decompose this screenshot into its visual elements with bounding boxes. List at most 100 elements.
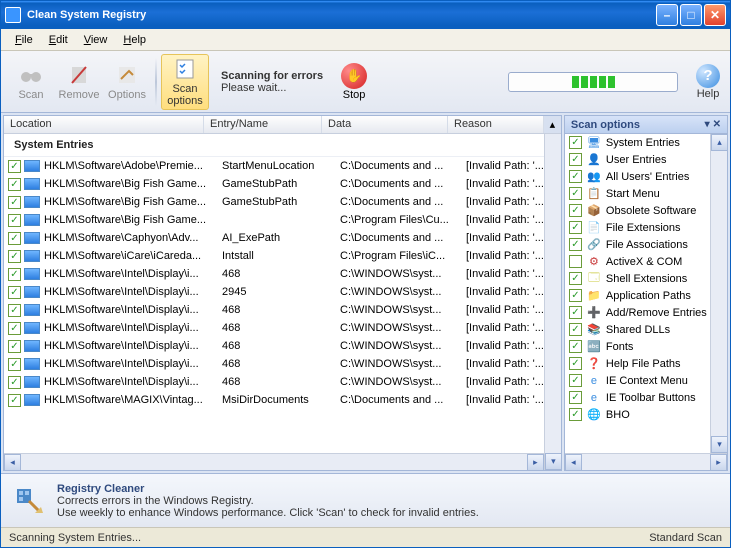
stop-button[interactable]: ✋ Stop bbox=[341, 63, 367, 101]
h-scrollbar[interactable]: ◂ ▸ bbox=[4, 453, 544, 470]
option-checkbox[interactable]: ✓ bbox=[569, 374, 582, 387]
row-checkbox[interactable]: ✓ bbox=[8, 304, 21, 317]
table-row[interactable]: ✓HKLM\Software\Intel\Display\i...2945C:\… bbox=[4, 283, 544, 301]
table-row[interactable]: ✓HKLM\Software\iCare\iCareda...IntstallC… bbox=[4, 247, 544, 265]
table-row[interactable]: ✓HKLM\Software\MAGIX\Vintag...MsiDirDocu… bbox=[4, 391, 544, 409]
row-checkbox[interactable]: ✓ bbox=[8, 214, 21, 227]
col-location[interactable]: Location bbox=[4, 116, 204, 133]
option-checkbox[interactable]: ✓ bbox=[569, 136, 582, 149]
row-checkbox[interactable]: ✓ bbox=[8, 394, 21, 407]
col-data[interactable]: Data bbox=[322, 116, 448, 133]
table-row[interactable]: ✓HKLM\Software\Big Fish Game...C:\Progra… bbox=[4, 211, 544, 229]
option-checkbox[interactable]: ✓ bbox=[569, 170, 582, 183]
row-checkbox[interactable]: ✓ bbox=[8, 340, 21, 353]
table-row[interactable]: ✓HKLM\Software\Intel\Display\i...468C:\W… bbox=[4, 265, 544, 283]
content-area: Location Entry/Name Data Reason ▴ System… bbox=[1, 113, 730, 473]
opts-scroll-down[interactable]: ▾ bbox=[711, 436, 728, 453]
scroll-left-button[interactable]: ◂ bbox=[4, 454, 21, 471]
v-scrollbar[interactable]: ▾ bbox=[544, 134, 561, 470]
table-row[interactable]: ✓HKLM\Software\Intel\Display\i...468C:\W… bbox=[4, 355, 544, 373]
row-checkbox[interactable]: ✓ bbox=[8, 376, 21, 389]
option-item[interactable]: ✓🔤Fonts bbox=[565, 338, 710, 355]
option-checkbox[interactable]: ✓ bbox=[569, 153, 582, 166]
scroll-right-button[interactable]: ▸ bbox=[527, 454, 544, 471]
col-entry[interactable]: Entry/Name bbox=[204, 116, 322, 133]
option-checkbox[interactable]: ✓ bbox=[569, 238, 582, 251]
cell-data: C:\Program Files\Cu... bbox=[336, 214, 462, 226]
col-reason[interactable]: Reason bbox=[448, 116, 544, 133]
panel-close-icon[interactable]: ✕ bbox=[713, 119, 721, 130]
option-item[interactable]: ✓🔗File Associations bbox=[565, 236, 710, 253]
option-checkbox[interactable]: ✓ bbox=[569, 187, 582, 200]
options-list[interactable]: ✓🖥System Entries✓👤User Entries✓👥All User… bbox=[565, 134, 710, 453]
row-checkbox[interactable]: ✓ bbox=[8, 358, 21, 371]
row-checkbox[interactable]: ✓ bbox=[8, 160, 21, 173]
option-item[interactable]: ✓📦Obsolete Software bbox=[565, 202, 710, 219]
scan-options-button[interactable]: Scan options bbox=[161, 54, 209, 110]
options-v-scrollbar[interactable]: ▴ ▾ bbox=[710, 134, 727, 453]
row-checkbox[interactable]: ✓ bbox=[8, 178, 21, 191]
table-row[interactable]: ✓HKLM\Software\Adobe\Premie...StartMenuL… bbox=[4, 157, 544, 175]
table-row[interactable]: ✓HKLM\Software\Intel\Display\i...468C:\W… bbox=[4, 319, 544, 337]
option-checkbox[interactable]: ✓ bbox=[569, 306, 582, 319]
option-checkbox[interactable]: ✓ bbox=[569, 221, 582, 234]
opts-scroll-left[interactable]: ◂ bbox=[565, 454, 582, 471]
app-window: Clean System Registry – □ ✕ File Edit Vi… bbox=[0, 0, 731, 548]
options-button[interactable]: Options bbox=[103, 54, 151, 110]
row-checkbox[interactable]: ✓ bbox=[8, 286, 21, 299]
option-item[interactable]: ✓❓Help File Paths bbox=[565, 355, 710, 372]
option-checkbox[interactable]: ✓ bbox=[569, 357, 582, 370]
option-checkbox[interactable]: ✓ bbox=[569, 272, 582, 285]
option-checkbox[interactable]: ✓ bbox=[569, 255, 582, 268]
row-checkbox[interactable]: ✓ bbox=[8, 268, 21, 281]
options-h-scrollbar[interactable]: ◂ ▸ bbox=[565, 453, 727, 470]
remove-icon bbox=[67, 63, 91, 87]
row-checkbox[interactable]: ✓ bbox=[8, 322, 21, 335]
close-button[interactable]: ✕ bbox=[704, 4, 726, 26]
option-item[interactable]: ✓🖥System Entries bbox=[565, 134, 710, 151]
row-checkbox[interactable]: ✓ bbox=[8, 250, 21, 263]
maximize-button[interactable]: □ bbox=[680, 4, 702, 26]
option-item[interactable]: ✓👥All Users' Entries bbox=[565, 168, 710, 185]
option-item[interactable]: ✓📋Start Menu bbox=[565, 185, 710, 202]
help-button[interactable]: ? Help bbox=[692, 58, 724, 106]
scroll-down-button[interactable]: ▾ bbox=[545, 453, 562, 470]
menu-help[interactable]: Help bbox=[115, 32, 154, 48]
option-checkbox[interactable]: ✓ bbox=[569, 408, 582, 421]
option-item[interactable]: ✓eIE Toolbar Buttons bbox=[565, 389, 710, 406]
option-checkbox[interactable]: ✓ bbox=[569, 340, 582, 353]
option-checkbox[interactable]: ✓ bbox=[569, 323, 582, 336]
results-list[interactable]: ✓HKLM\Software\Adobe\Premie...StartMenuL… bbox=[4, 157, 544, 453]
menu-view[interactable]: View bbox=[76, 32, 116, 48]
option-item[interactable]: ✓👤User Entries bbox=[565, 151, 710, 168]
option-item[interactable]: ✓📚Shared DLLs bbox=[565, 321, 710, 338]
scroll-up-button[interactable]: ▴ bbox=[544, 116, 561, 133]
table-row[interactable]: ✓HKLM\Software\Intel\Display\i...468C:\W… bbox=[4, 373, 544, 391]
menu-edit[interactable]: Edit bbox=[41, 32, 76, 48]
option-item[interactable]: ✓➕Add/Remove Entries bbox=[565, 304, 710, 321]
opts-scroll-up[interactable]: ▴ bbox=[711, 134, 728, 151]
option-checkbox[interactable]: ✓ bbox=[569, 204, 582, 217]
option-item[interactable]: ✓eIE Context Menu bbox=[565, 372, 710, 389]
panel-dropdown-icon[interactable]: ▾ bbox=[705, 119, 710, 130]
row-checkbox[interactable]: ✓ bbox=[8, 232, 21, 245]
option-item[interactable]: ✓🌐BHO bbox=[565, 406, 710, 423]
opts-scroll-right[interactable]: ▸ bbox=[710, 454, 727, 471]
row-checkbox[interactable]: ✓ bbox=[8, 196, 21, 209]
table-row[interactable]: ✓HKLM\Software\Intel\Display\i...468C:\W… bbox=[4, 301, 544, 319]
option-checkbox[interactable]: ✓ bbox=[569, 289, 582, 302]
table-row[interactable]: ✓HKLM\Software\Caphyon\Adv...AI_ExePathC… bbox=[4, 229, 544, 247]
option-checkbox[interactable]: ✓ bbox=[569, 391, 582, 404]
scan-button[interactable]: Scan bbox=[7, 54, 55, 110]
titlebar[interactable]: Clean System Registry – □ ✕ bbox=[1, 1, 730, 29]
table-row[interactable]: ✓HKLM\Software\Intel\Display\i...468C:\W… bbox=[4, 337, 544, 355]
option-item[interactable]: ✓⚙ActiveX & COM bbox=[565, 253, 710, 270]
remove-button[interactable]: Remove bbox=[55, 54, 103, 110]
menu-file[interactable]: File bbox=[7, 32, 41, 48]
table-row[interactable]: ✓HKLM\Software\Big Fish Game...GameStubP… bbox=[4, 175, 544, 193]
table-row[interactable]: ✓HKLM\Software\Big Fish Game...GameStubP… bbox=[4, 193, 544, 211]
option-item[interactable]: ✓🗔Shell Extensions bbox=[565, 270, 710, 287]
option-item[interactable]: ✓📁Application Paths bbox=[565, 287, 710, 304]
minimize-button[interactable]: – bbox=[656, 4, 678, 26]
option-item[interactable]: ✓📄File Extensions bbox=[565, 219, 710, 236]
